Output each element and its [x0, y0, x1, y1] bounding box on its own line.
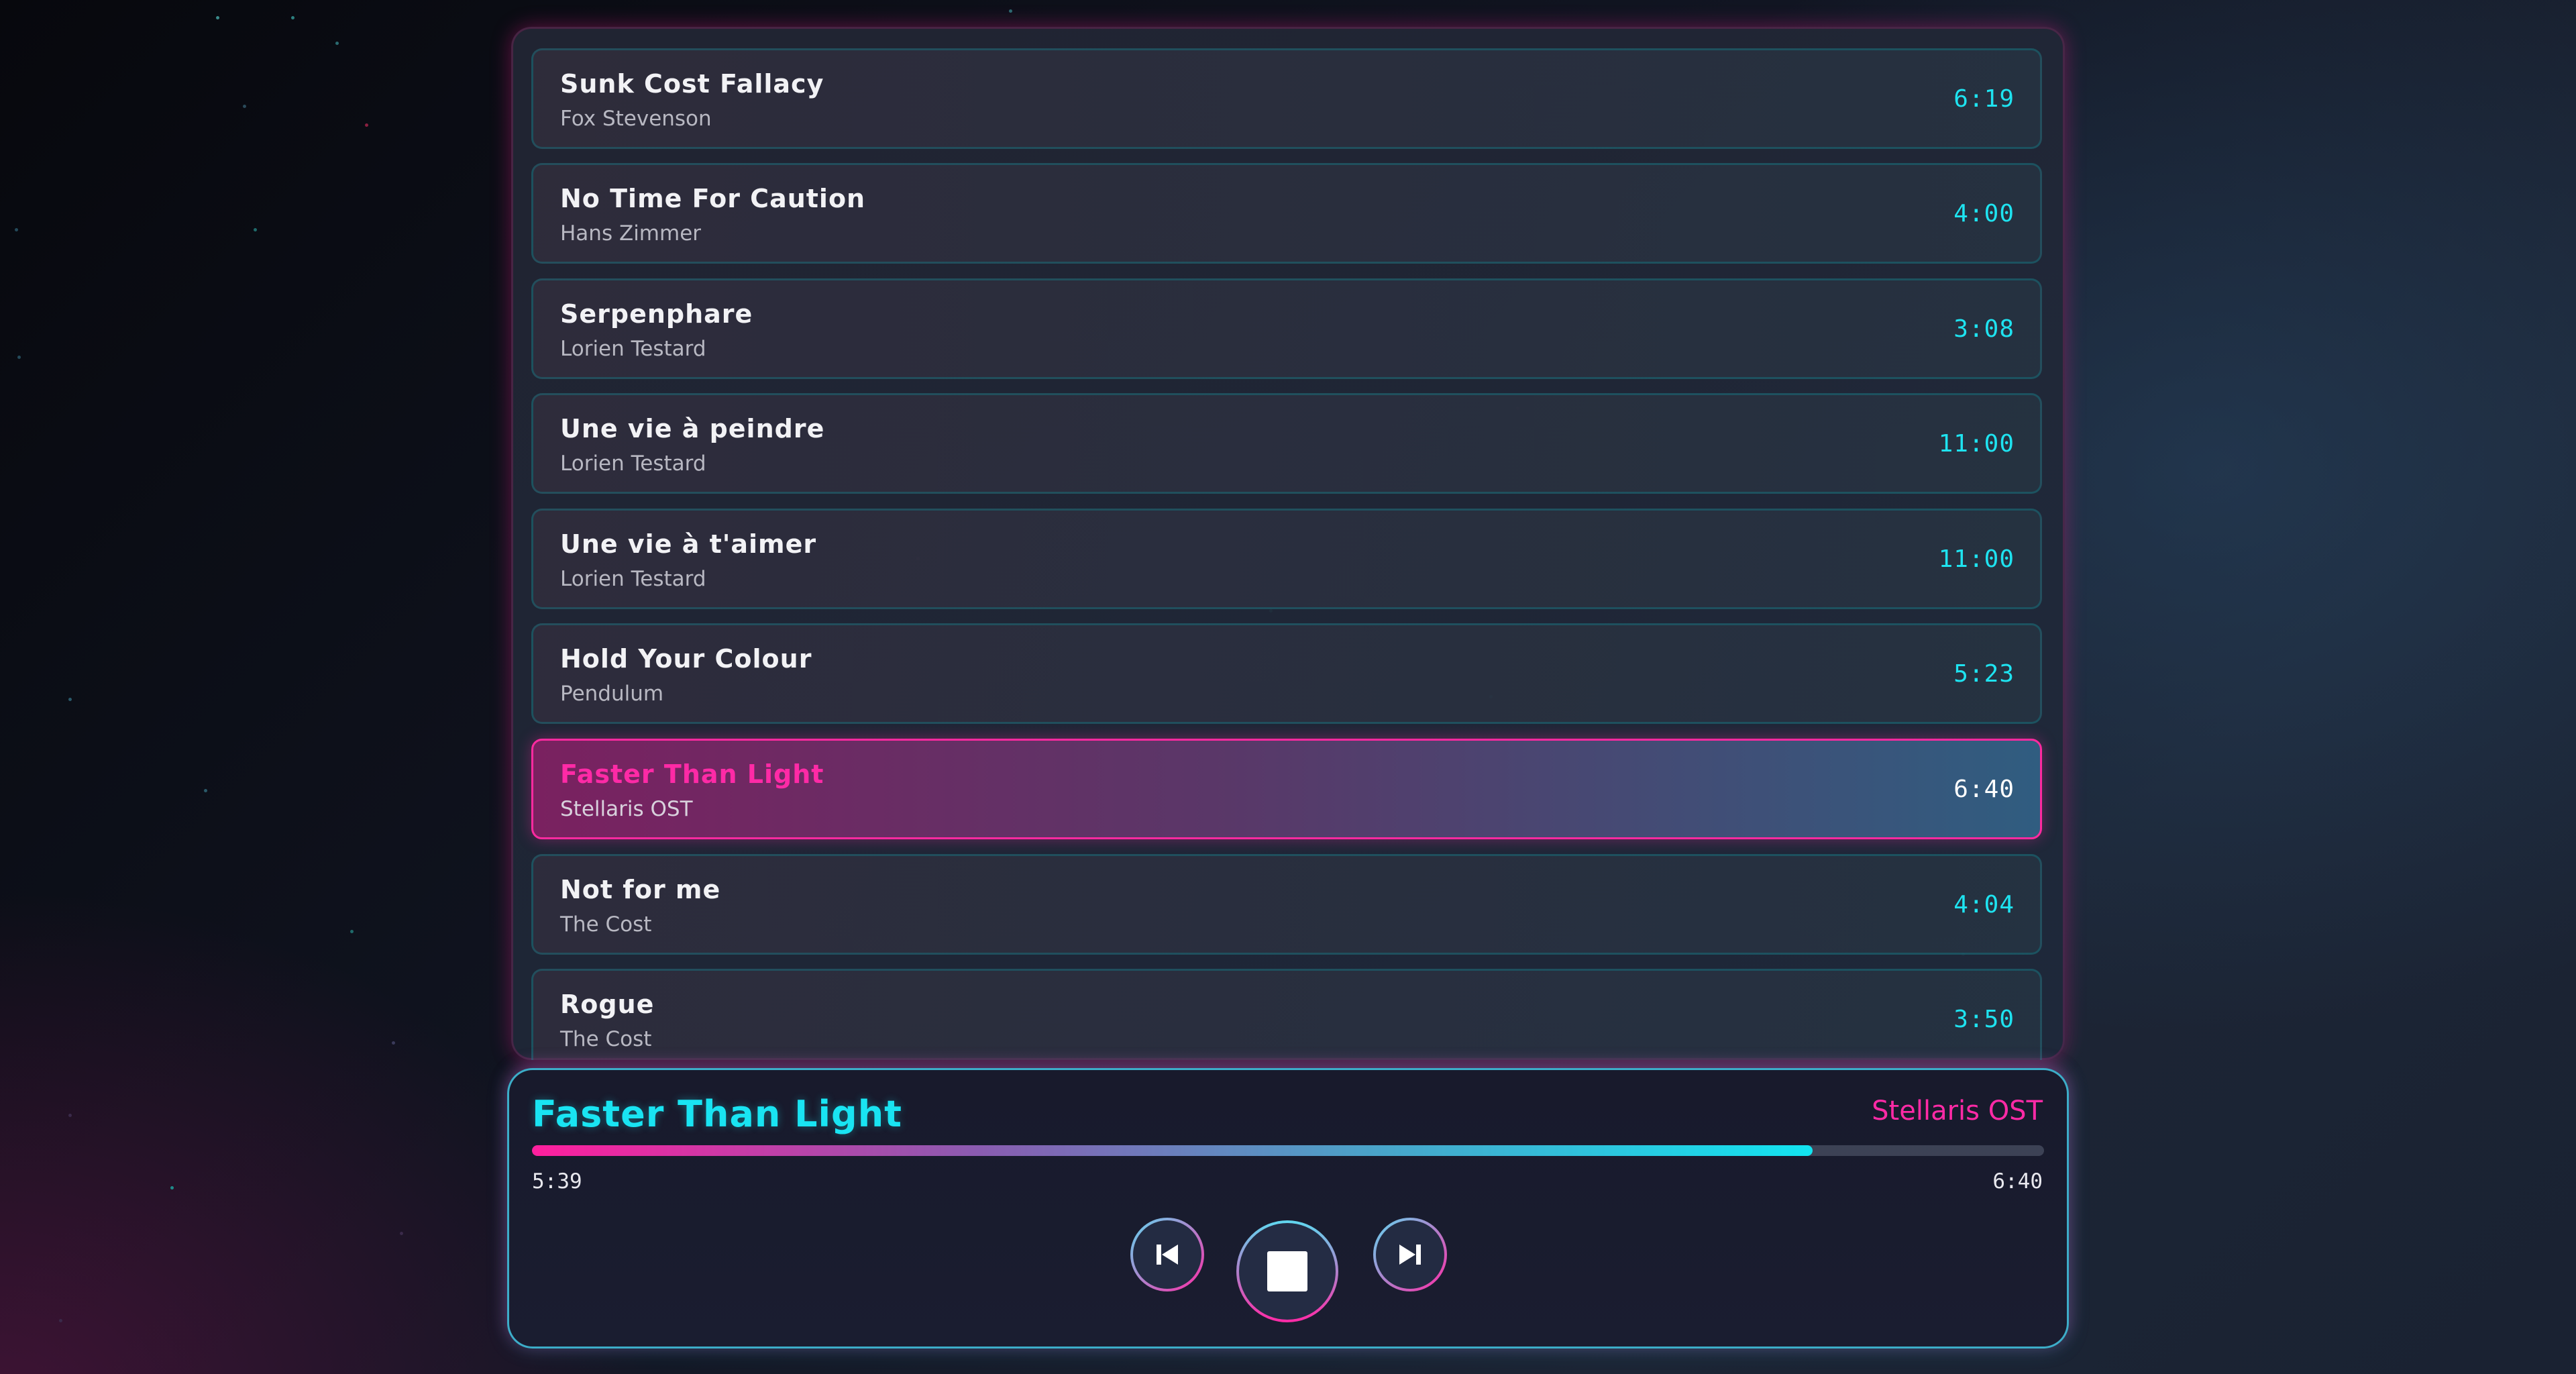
track-row-une-vie-a-peindre[interactable]: Une vie à peindre Lorien Testard 11:00 — [531, 393, 2042, 494]
progress-bar-fill — [532, 1145, 1813, 1156]
next-track-button[interactable] — [1373, 1218, 1447, 1291]
track-duration: 4:00 — [1953, 200, 2015, 227]
stop-icon — [1267, 1251, 1307, 1291]
track-row-serpenphare[interactable]: Serpenphare Lorien Testard 3:08 — [531, 278, 2042, 379]
track-artist: The Cost — [560, 1027, 652, 1051]
track-duration: 6:40 — [1953, 776, 2015, 803]
skip-next-icon — [1399, 1245, 1421, 1265]
track-title: Sunk Cost Fallacy — [560, 69, 824, 99]
star — [204, 789, 207, 792]
previous-track-button[interactable] — [1130, 1218, 1204, 1291]
track-artist: Lorien Testard — [560, 567, 706, 591]
track-duration: 3:08 — [1953, 315, 2015, 343]
track-artist: Pendulum — [560, 682, 664, 706]
track-row-hold-your-colour[interactable]: Hold Your Colour Pendulum 5:23 — [531, 623, 2042, 724]
star — [365, 123, 368, 127]
stop-button[interactable] — [1236, 1220, 1338, 1322]
star — [350, 930, 354, 933]
track-duration: 11:00 — [1938, 430, 2015, 458]
star — [17, 356, 21, 359]
track-artist: Hans Zimmer — [560, 221, 702, 246]
star — [254, 228, 257, 231]
track-title: Une vie à t'aimer — [560, 529, 817, 559]
track-duration: 11:00 — [1938, 545, 2015, 573]
now-playing-artist: Stellaris OST — [1872, 1096, 2043, 1126]
star — [1009, 9, 1012, 13]
track-row-no-time-for-caution[interactable]: No Time For Caution Hans Zimmer 4:00 — [531, 163, 2042, 264]
track-row-sunk-cost-fallacy[interactable]: Sunk Cost Fallacy Fox Stevenson 6:19 — [531, 48, 2042, 149]
progress-bar[interactable] — [532, 1145, 2044, 1156]
track-row-une-vie-a-taimer[interactable]: Une vie à t'aimer Lorien Testard 11:00 — [531, 509, 2042, 609]
star — [400, 1232, 403, 1235]
track-title: Faster Than Light — [560, 759, 824, 789]
star — [216, 16, 219, 19]
star — [392, 1041, 395, 1045]
star — [335, 42, 339, 45]
track-artist: Lorien Testard — [560, 337, 706, 361]
track-row-not-for-me[interactable]: Not for me The Cost 4:04 — [531, 854, 2042, 955]
star — [68, 1114, 72, 1117]
skip-previous-icon — [1157, 1245, 1178, 1265]
star — [59, 1319, 62, 1322]
current-time: 5:39 — [532, 1169, 582, 1194]
track-duration: 4:04 — [1953, 891, 2015, 918]
track-title: Une vie à peindre — [560, 414, 825, 443]
track-title: Rogue — [560, 990, 655, 1019]
playlist-panel: Sunk Cost Fallacy Fox Stevenson 6:19 No … — [511, 27, 2065, 1060]
star — [15, 228, 18, 231]
track-row-faster-than-light-active[interactable]: Faster Than Light Stellaris OST 6:40 — [531, 739, 2042, 839]
track-artist: Lorien Testard — [560, 452, 706, 476]
now-playing-title: Faster Than Light — [532, 1093, 902, 1135]
star — [170, 1186, 174, 1190]
track-title: Not for me — [560, 875, 721, 904]
total-time: 6:40 — [1992, 1169, 2043, 1194]
track-duration: 5:23 — [1953, 660, 2015, 688]
track-title: No Time For Caution — [560, 184, 866, 213]
star — [243, 105, 246, 108]
track-duration: 6:19 — [1953, 85, 2015, 113]
track-duration: 3:50 — [1953, 1006, 2015, 1033]
track-row-rogue[interactable]: Rogue The Cost 3:50 — [531, 969, 2042, 1060]
track-artist: The Cost — [560, 912, 652, 937]
player-panel: Faster Than Light Stellaris OST 5:39 6:4… — [507, 1068, 2069, 1349]
star — [291, 16, 294, 19]
star — [68, 698, 72, 701]
track-artist: Fox Stevenson — [560, 107, 712, 131]
track-title: Serpenphare — [560, 299, 753, 329]
track-artist: Stellaris OST — [560, 797, 693, 821]
track-title: Hold Your Colour — [560, 644, 812, 674]
